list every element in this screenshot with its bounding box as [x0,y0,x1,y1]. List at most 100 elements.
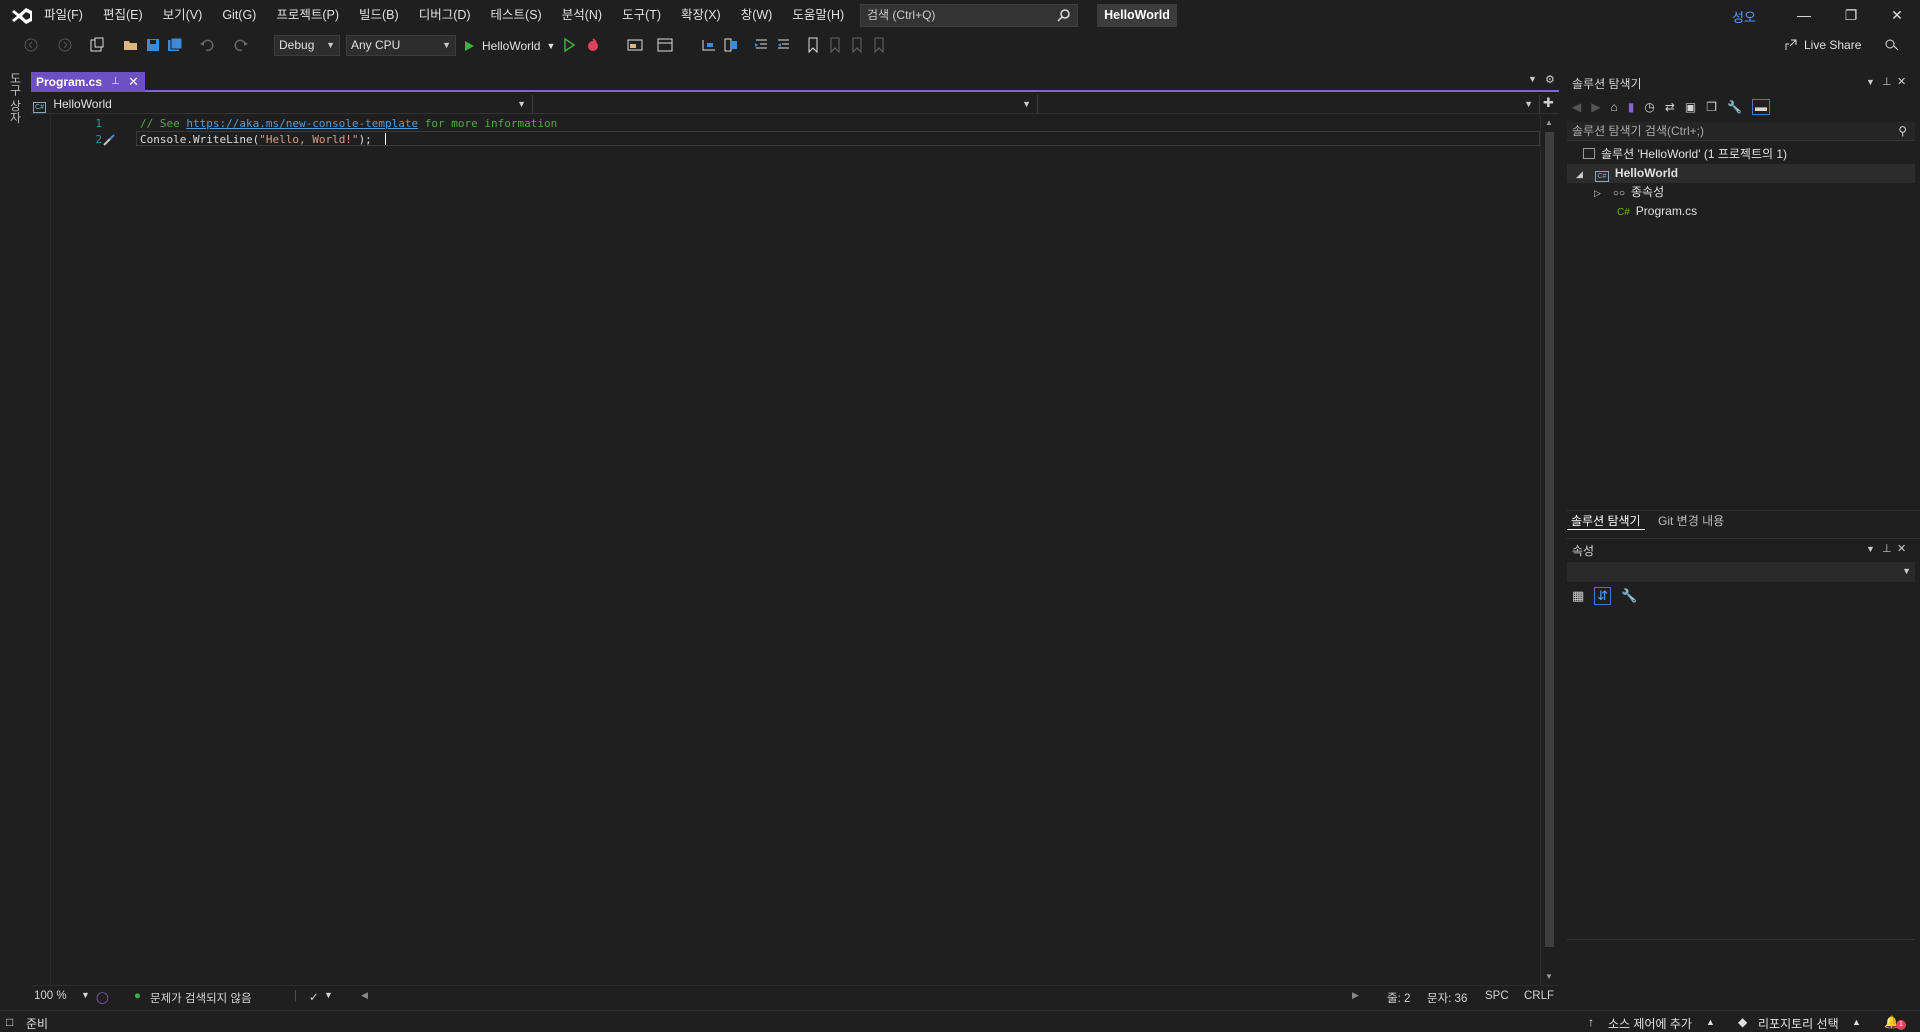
browser-link-icon[interactable] [626,36,644,54]
code-editor[interactable] [52,115,1540,985]
tab-program-cs[interactable]: Program.cs ⊥ ✕ [31,72,145,92]
sync-with-document-icon[interactable]: ⇄ [1665,100,1675,114]
scroll-left-icon[interactable]: ◀ [361,990,368,1001]
menu-edit[interactable]: 편집(E) [93,0,153,31]
scroll-right-icon[interactable]: ▶ [1352,990,1359,1001]
alphabetical-icon[interactable]: ⇵ [1594,587,1612,605]
outdent-icon[interactable] [774,36,792,54]
switch-views-icon[interactable]: ▮ [1628,100,1635,114]
solution-configuration-select[interactable]: Debug ▼ [274,35,340,56]
save-all-icon[interactable] [166,36,184,54]
close-icon[interactable]: ✕ [1897,542,1906,555]
tree-solution[interactable]: 솔루션 'HelloWorld' (1 프로젝트의 1) [1583,145,1787,164]
comment-link[interactable]: https://aka.ms/new-console-template [186,117,418,130]
clear-bookmarks-icon[interactable] [870,36,888,54]
solution-search-input[interactable]: 솔루션 탐색기 검색(Ctrl+;) ⚲ [1567,122,1915,141]
pin-icon[interactable]: ⊥ [111,72,120,92]
redo-icon[interactable] [232,36,250,54]
output-window-icon[interactable]: □ [6,1015,13,1029]
feedback-icon[interactable] [1883,36,1901,54]
scrollbar-thumb[interactable] [1545,132,1554,947]
back-icon[interactable]: ◀ [1572,100,1581,114]
line-ending-indicator[interactable]: CRLF [1524,990,1554,1002]
close-icon[interactable]: ✕ [128,72,139,92]
new-item-icon[interactable] [88,36,106,54]
whitespace-indicator[interactable]: SPC [1485,990,1509,1002]
panel-options-dropdown[interactable]: ▼ [1866,77,1875,87]
expand-arrow-icon[interactable]: ▷ [1594,188,1601,198]
zoom-level[interactable]: 100 % [34,990,67,1002]
save-icon[interactable] [144,36,162,54]
menu-git[interactable]: Git(G) [212,0,266,31]
start-debugging-button[interactable]: HelloWorld ▼ [462,36,555,55]
start-without-debugging-icon[interactable] [560,36,578,54]
navigate-back-icon[interactable] [22,36,40,54]
menu-analyze[interactable]: 분석(N) [552,0,612,31]
pin-icon[interactable]: ⊥ [1882,75,1892,88]
search-input[interactable]: 검색 (Ctrl+Q) [860,4,1078,27]
code-cleanup-icon[interactable]: ✓ [309,990,319,1004]
type-navigation-select[interactable]: ▼ [536,95,1038,113]
tree-file-program[interactable]: C# Program.cs [1617,202,1697,221]
bookmark-icon[interactable] [804,36,822,54]
format-document-icon[interactable] [722,36,740,54]
project-navigation-select[interactable]: C# HelloWorld ▼ [33,95,533,113]
quick-actions-brush-icon[interactable] [102,133,116,147]
tree-project[interactable]: ◢ C# HelloWorld [1576,164,1678,183]
pin-icon[interactable]: ⊥ [1882,542,1892,555]
menu-debug[interactable]: 디버그(D) [409,0,481,31]
undo-icon[interactable] [198,36,216,54]
forward-icon[interactable]: ▶ [1591,100,1600,114]
gear-icon[interactable]: ⚙ [1545,73,1555,86]
collapse-arrow-icon[interactable]: ◢ [1576,169,1583,179]
navigate-forward-icon[interactable] [56,36,74,54]
menu-project[interactable]: 프로젝트(P) [266,0,349,31]
add-to-source-control[interactable]: 소스 제어에 추가 [1608,1015,1692,1032]
tab-overflow-dropdown[interactable]: ▼ [1528,74,1537,84]
open-folder-icon[interactable] [122,36,140,54]
previous-bookmark-icon[interactable] [826,36,844,54]
menu-help[interactable]: 도움말(H) [782,0,854,31]
hot-reload-icon[interactable] [584,36,602,54]
indent-icon[interactable] [752,36,770,54]
solution-platform-select[interactable]: Any CPU ▼ [346,35,456,56]
preview-selected-icon[interactable]: ▬ [1751,99,1770,115]
properties-wrench-icon[interactable]: 🔧 [1727,100,1742,114]
solution-name-badge[interactable]: HelloWorld [1097,4,1177,27]
properties-object-select[interactable]: ▼ [1567,562,1915,582]
tree-dependencies[interactable]: ▷ ○○ 종속성 [1594,183,1664,202]
restore-button[interactable]: ❐ [1829,0,1873,31]
menu-test[interactable]: 테스트(S) [481,0,552,31]
live-share-button[interactable]: Live Share [1784,38,1861,52]
split-editor-icon[interactable]: ✚ [1543,95,1554,111]
close-window-button[interactable]: ✕ [1875,0,1919,31]
menu-file[interactable]: 파일(F) [34,0,93,31]
scroll-down-icon[interactable]: ▼ [1545,972,1553,981]
intellicode-icon[interactable]: ◯ [96,990,109,1004]
select-repository[interactable]: 리포지토리 선택 [1758,1015,1839,1032]
tab-solution-explorer[interactable]: 솔루션 탐색기 [1567,512,1645,530]
categorized-icon[interactable]: ▦ [1572,588,1584,604]
account-initials[interactable]: 성오 [1732,7,1756,26]
collapse-all-icon[interactable]: ▣ [1685,100,1696,114]
next-bookmark-icon[interactable] [848,36,866,54]
menu-view[interactable]: 보기(V) [153,0,213,31]
scroll-up-icon[interactable]: ▲ [1545,118,1553,127]
tab-git-changes[interactable]: Git 변경 내용 [1654,512,1728,530]
menu-tools[interactable]: 도구(T) [612,0,671,31]
char-indicator[interactable]: 문자: 36 [1427,990,1467,1006]
line-indicator[interactable]: 줄: 2 [1387,990,1410,1006]
pending-changes-filter-icon[interactable]: ◷ [1644,100,1654,114]
close-icon[interactable]: ✕ [1897,75,1906,88]
code-line-2[interactable]: Console.WriteLine("Hello, World!"); [140,133,372,146]
property-pages-icon[interactable]: 🔧 [1621,588,1637,604]
step-into-icon[interactable] [700,36,718,54]
panel-options-dropdown[interactable]: ▼ [1866,544,1875,554]
issues-status[interactable]: 문제가 검색되지 않음 [150,990,252,1006]
member-navigation-select[interactable]: ▼ [1040,95,1540,113]
layout-icon[interactable] [656,36,674,54]
show-all-files-icon[interactable]: ❐ [1706,100,1717,114]
minimize-button[interactable]: — [1782,0,1826,31]
code-line-1[interactable]: // See https://aka.ms/new-console-templa… [140,117,557,130]
home-icon[interactable]: ⌂ [1610,100,1617,114]
